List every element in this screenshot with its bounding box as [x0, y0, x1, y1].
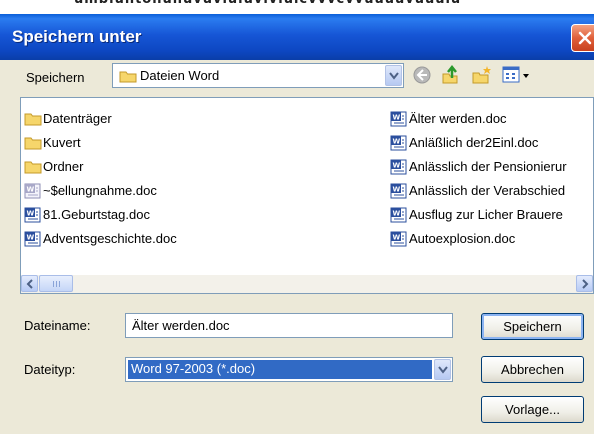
back-icon [413, 66, 431, 84]
svg-text:W: W [393, 138, 401, 146]
close-button[interactable] [571, 24, 594, 52]
file-name: 81.Geburtstag.doc [43, 207, 150, 222]
chevron-right-icon [582, 279, 589, 289]
svg-text:W: W [27, 210, 35, 218]
save-button[interactable]: Speichern [481, 313, 584, 340]
background-window-strip: umbiuntonunuvuviuiuviviuicvvvcvvuuuuvuuu… [0, 0, 594, 14]
filetype-dropdown[interactable]: Word 97-2003 (*.doc) [125, 357, 453, 382]
save-in-dropdown-arrow[interactable] [385, 65, 402, 86]
template-button[interactable]: Vorlage... [481, 396, 584, 423]
word-document-icon: W [390, 159, 407, 175]
cancel-button[interactable]: Abbrechen [481, 356, 584, 383]
folder-icon [24, 137, 42, 150]
word-document-icon: W [390, 183, 407, 199]
scroll-right-button[interactable] [576, 275, 593, 292]
filename-label: Dateiname: [24, 318, 91, 333]
folder-icon [24, 161, 42, 174]
filetype-label: Dateityp: [24, 362, 76, 377]
word-document-icon: W [24, 183, 41, 199]
folder-icon [119, 71, 137, 83]
svg-text:W: W [27, 234, 35, 242]
save-in-value: Dateien Word [140, 68, 220, 83]
new-folder-icon [472, 66, 491, 84]
up-folder-button[interactable] [438, 63, 462, 87]
filetype-value: Word 97-2003 (*.doc) [128, 360, 432, 379]
file-name: ~$ellungnahme.doc [43, 183, 157, 198]
svg-text:W: W [393, 234, 401, 242]
file-name: Adventsgeschichte.doc [43, 231, 177, 246]
file-name: Autoexplosion.doc [409, 231, 516, 246]
svg-text:W: W [393, 186, 401, 194]
back-button[interactable] [410, 63, 434, 87]
file-list[interactable]: Datenträger Kuvert Ordner W ~$ellungnahme.do… [20, 97, 594, 294]
file-name: Älter werden.doc [409, 111, 507, 126]
word-document-icon: W [390, 111, 407, 127]
word-document-icon: W [24, 231, 41, 247]
filename-input[interactable]: Älter werden.doc [125, 313, 453, 338]
save-in-dropdown[interactable]: Dateien Word [112, 63, 404, 88]
file-name: Datenträger [43, 111, 112, 126]
file-name: Anlässlich der Verabschied [409, 183, 566, 198]
close-icon [578, 31, 592, 45]
save-in-label: Speichern [26, 70, 85, 85]
chevron-down-icon [438, 366, 448, 374]
svg-text:W: W [27, 186, 35, 194]
view-menu-button[interactable] [500, 63, 534, 87]
window-title: Speichern unter [12, 27, 142, 46]
svg-text:W: W [393, 114, 401, 122]
file-name: Ausflug zur Licher Brauere [409, 207, 563, 222]
file-name: Ordner [43, 159, 84, 174]
word-document-icon: W [390, 207, 407, 223]
scroll-left-button[interactable] [21, 275, 38, 292]
chevron-left-icon [26, 279, 33, 289]
word-document-icon: W [390, 135, 407, 151]
word-document-icon: W [24, 207, 41, 223]
file-name: Anlässlich der Pensionierur [409, 159, 567, 174]
word-document-icon: W [390, 231, 407, 247]
folder-icon [24, 113, 42, 126]
chevron-down-icon [389, 72, 399, 80]
up-folder-icon [442, 65, 458, 84]
background-text: umbiuntonunuvuviuiuviviuicvvvcvvuuuuvuuu… [74, 0, 461, 7]
horizontal-scrollbar[interactable] [21, 275, 593, 293]
file-name: Kuvert [43, 135, 81, 150]
scroll-thumb[interactable] [39, 275, 73, 292]
filetype-dropdown-arrow[interactable] [434, 359, 451, 380]
svg-text:W: W [393, 210, 401, 218]
svg-text:W: W [393, 162, 401, 170]
new-folder-button[interactable] [470, 63, 494, 87]
view-menu-icon [502, 66, 529, 83]
file-name: Anläßlich der2Einl.doc [409, 135, 539, 150]
